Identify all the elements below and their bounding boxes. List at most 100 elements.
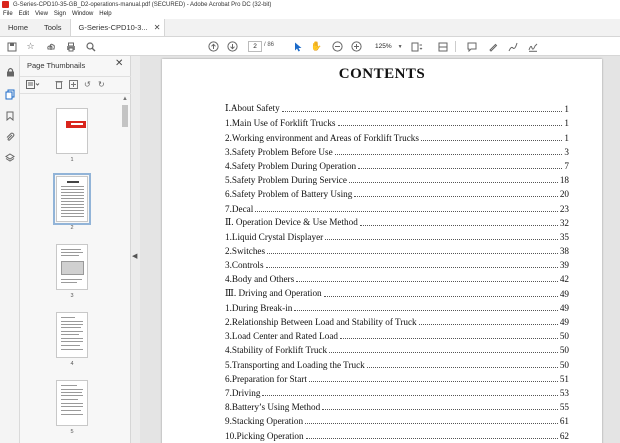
toc-entry[interactable]: 10.Picking Operation 62 (225, 426, 569, 441)
tab-document-label: G-Series-CPD10-3... (78, 23, 148, 32)
menu-sign[interactable]: Sign (54, 11, 66, 17)
toc-entry-title: 9.Stacking Operation (225, 416, 304, 427)
options-menu-icon[interactable] (26, 80, 40, 91)
page-display-icon[interactable] (410, 40, 424, 53)
toc-entry-page: 51 (559, 373, 569, 384)
toc-entry[interactable]: 3.Safety Problem Before Use 3 (225, 143, 569, 157)
upload-icon[interactable] (44, 40, 57, 53)
toc-entry-title: 3.Safety Problem Before Use (225, 146, 333, 157)
toc-entry[interactable]: 7.Decal 23 (225, 199, 569, 214)
draw-icon[interactable] (506, 40, 519, 53)
toc-entry-page: 38 (559, 246, 569, 257)
toc-dot-leader (418, 324, 558, 325)
toc-entry-page: 20 (559, 189, 569, 200)
toc-entry-page: 35 (559, 231, 569, 242)
toc-entry-title: 5.Safety Problem During Service (225, 175, 347, 186)
menu-file[interactable]: File (3, 11, 13, 17)
zoom-out-icon[interactable] (331, 40, 344, 53)
rotate-left-icon[interactable]: ↺ (84, 80, 91, 89)
toc-entry[interactable]: 7.Driving 53 (225, 384, 569, 398)
toc-entry[interactable]: Ⅲ. Driving and Operation 49 (225, 284, 569, 299)
toc-entry[interactable]: 1.During Break-in 49 (225, 299, 569, 313)
toc-entry[interactable]: 6.Preparation for Start 51 (225, 370, 569, 384)
toolbar-separator (455, 41, 456, 52)
scroll-up-icon[interactable]: ▲ (122, 96, 128, 102)
toc-entry[interactable]: 9.Stacking Operation 61 (225, 412, 569, 426)
toc-entry[interactable]: 2.Switches 38 (225, 242, 569, 256)
search-icon[interactable] (84, 40, 97, 53)
page-thumbnail-number: 4 (70, 361, 74, 367)
next-page-icon[interactable] (226, 40, 239, 53)
toc-dot-leader (296, 281, 558, 283)
toc-entry[interactable]: 2.Working environment and Areas of Forkl… (225, 128, 569, 143)
toc-entry[interactable]: 1.Main Use of Forklift Trucks 1 (225, 114, 569, 128)
panel-splitter[interactable]: ◀ (131, 56, 140, 443)
toc-dot-leader (366, 366, 558, 368)
tab-document[interactable]: G-Series-CPD10-3... ✕ (69, 19, 166, 36)
page-thumbnail-number: 1 (70, 157, 74, 163)
save-icon[interactable] (5, 40, 18, 53)
toc-entry[interactable]: 6.Safety Problem of Battery Using 20 (225, 185, 569, 199)
document-view[interactable]: CONTENTS Ⅰ.About Safety 1 1.Main Use of Fo… (140, 56, 620, 443)
delete-page-icon[interactable] (55, 80, 63, 91)
select-cursor-icon[interactable] (292, 40, 304, 53)
toc-entry[interactable]: 1.Liquid Crystal Displayer 35 (225, 228, 569, 242)
toc-entry[interactable]: 4.Body and Others 42 (225, 270, 569, 284)
insert-page-icon[interactable] (69, 80, 78, 91)
toc-entry[interactable]: 3.Controls 39 (225, 256, 569, 270)
highlight-pen-icon[interactable] (486, 40, 499, 53)
tab-tools[interactable]: Tools (36, 19, 70, 36)
page-thumbnail-4[interactable] (56, 312, 88, 358)
tab-home[interactable]: Home (0, 19, 36, 36)
tab-tools-label: Tools (44, 23, 62, 32)
comment-icon[interactable] (465, 40, 478, 53)
scroll-mode-icon[interactable] (436, 40, 449, 53)
print-icon[interactable] (64, 40, 77, 53)
toc-entry[interactable]: 4.Stability of Forklift Truck 50 (225, 341, 569, 355)
attachment-icon[interactable] (4, 131, 16, 143)
toc-entry-page: 18 (559, 175, 569, 186)
toc-entry[interactable]: 3.Load Center and Rated Load 50 (225, 327, 569, 341)
close-panel-icon[interactable]: ✕ (115, 58, 123, 69)
toc-entry[interactable]: 5.Transporting and Loading the Truck 50 (225, 355, 569, 370)
page-number-input[interactable]: 2 (248, 41, 262, 52)
toc-dot-leader (281, 111, 563, 113)
previous-page-icon[interactable] (207, 40, 220, 53)
zoom-in-icon[interactable] (350, 40, 363, 53)
page-thumbnail-1[interactable] (56, 108, 88, 154)
main-toolbar: ☆ 2 / 86 ✋ 125% ▼ (0, 37, 620, 56)
toc-entry-title: 1.Main Use of Forklift Trucks (225, 118, 336, 129)
zoom-level-select[interactable]: 125% ▼ (370, 41, 406, 52)
lock-icon[interactable] (4, 66, 16, 78)
menu-view[interactable]: View (35, 11, 48, 17)
toc-entry[interactable]: Ⅰ.About Safety 1 (225, 100, 569, 114)
hand-tool-icon[interactable]: ✋ (310, 40, 323, 53)
thumbnail-scrollbar[interactable]: ▲ (121, 96, 129, 443)
bookmark-icon[interactable] (4, 110, 16, 122)
toc-entry-title: Ⅱ. Operation Device & Use Method (225, 216, 358, 227)
page-thumbnail-5[interactable] (56, 380, 88, 426)
toc-entry[interactable]: 8.Battery’s Using Method 55 (225, 398, 569, 412)
toc-entry[interactable]: 5.Safety Problem During Service 18 (225, 171, 569, 185)
sign-icon[interactable] (526, 40, 539, 53)
menu-window[interactable]: Window (72, 11, 93, 17)
acrobat-logo-icon (2, 1, 9, 8)
menu-help[interactable]: Help (99, 11, 111, 17)
toc-entry[interactable]: 4.Safety Problem During Operation 7 (225, 157, 569, 171)
bookmark-star-icon[interactable]: ☆ (24, 40, 37, 53)
page-thumbnail-3[interactable] (56, 244, 88, 290)
toc-entry-title: 7.Decal (225, 203, 254, 214)
scroll-thumb[interactable] (122, 105, 128, 127)
thumbnails-icon[interactable] (4, 88, 16, 100)
toc-entry-title: 1.During Break-in (225, 302, 293, 313)
menu-edit[interactable]: Edit (19, 11, 29, 17)
toc-entry[interactable]: 2.Relationship Between Load and Stabilit… (225, 313, 569, 327)
toc-entry-page: 1 (564, 132, 569, 143)
page-thumbnail-2[interactable] (53, 173, 91, 225)
toc-entry-page: 49 (559, 288, 569, 299)
layers-icon[interactable] (4, 152, 16, 164)
close-tab-icon[interactable]: ✕ (154, 23, 161, 32)
collapse-panel-icon[interactable]: ◀ (132, 252, 137, 260)
toc-entry[interactable]: Ⅱ. Operation Device & Use Method 32 (225, 214, 569, 228)
rotate-right-icon[interactable]: ↻ (98, 80, 105, 89)
